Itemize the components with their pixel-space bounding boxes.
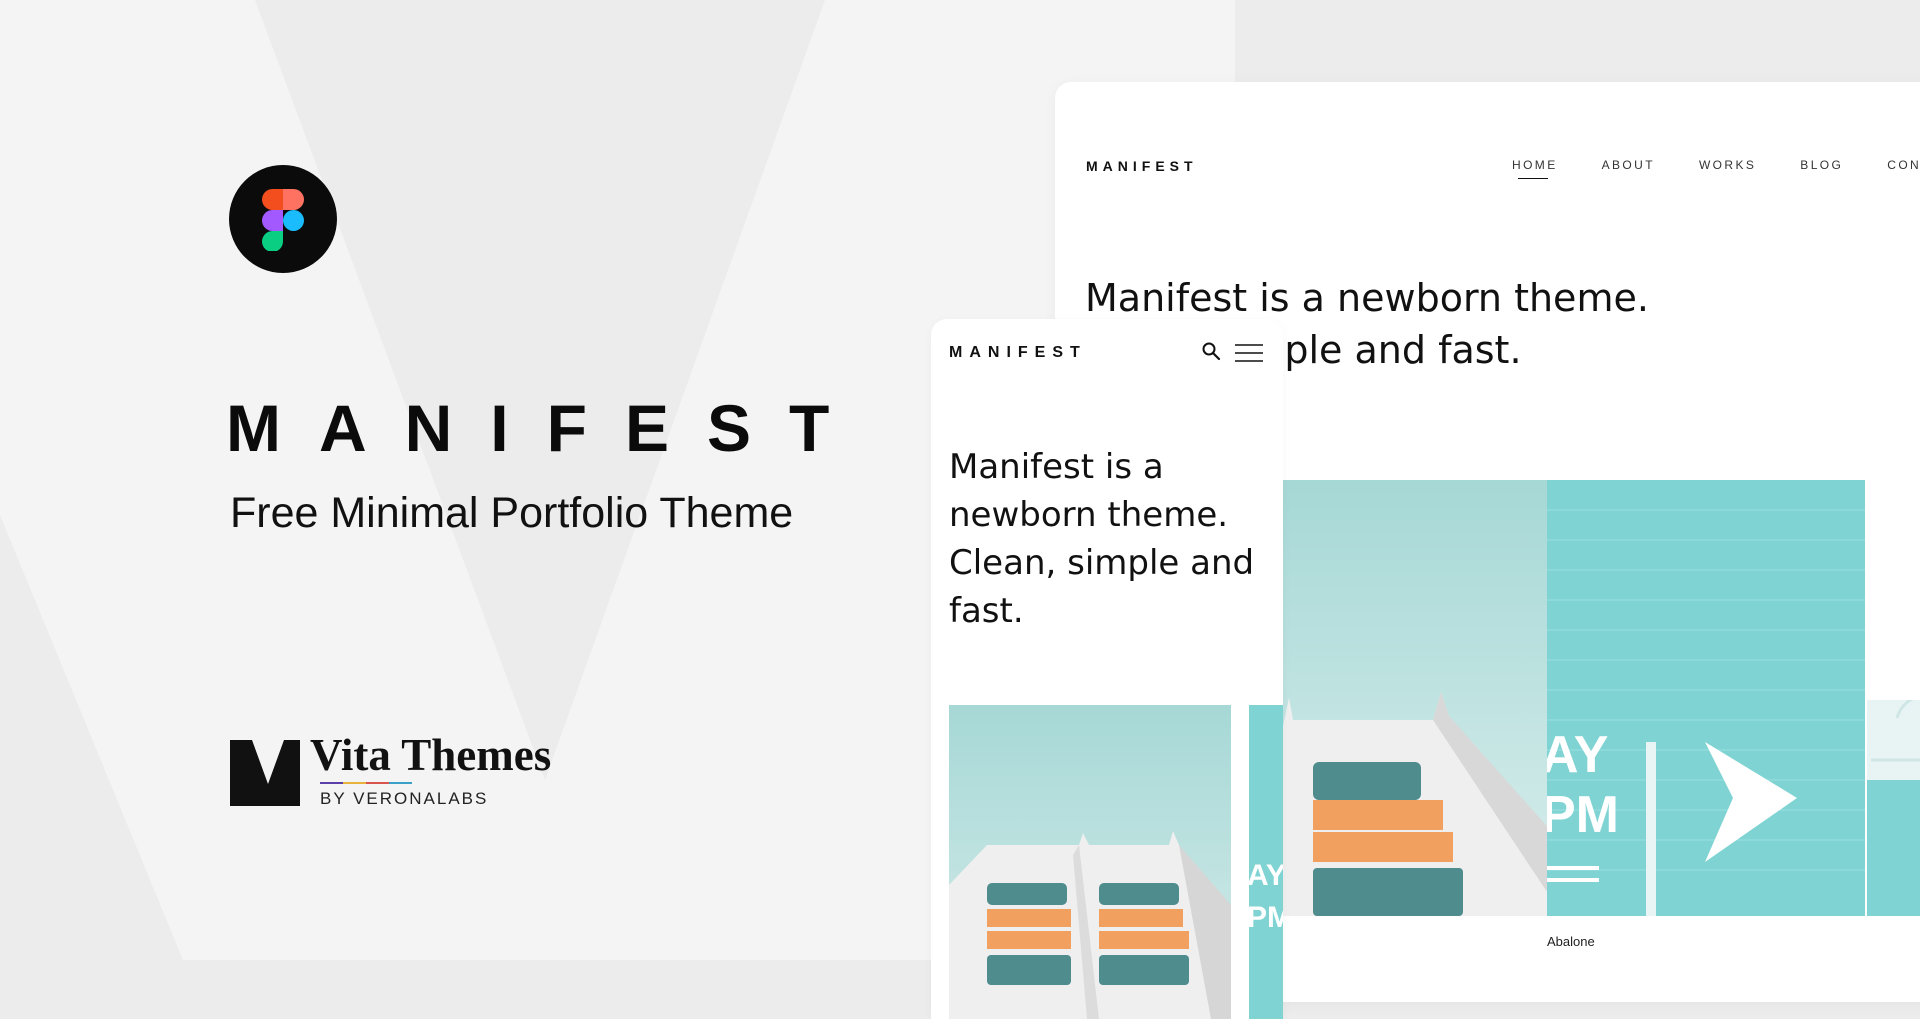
mural-text-pm: PM: [1547, 786, 1619, 844]
vita-v-logo-icon: [230, 740, 300, 806]
nav-works[interactable]: WORKS: [1699, 158, 1756, 172]
vita-themes-name: Vita Themes: [310, 730, 552, 780]
mobile-portfolio-image-mural[interactable]: AY PM: [1249, 705, 1283, 1019]
search-icon[interactable]: [1201, 341, 1221, 361]
figma-badge: [229, 165, 337, 273]
mobile-intro-text: Manifest is a newborn theme. Clean, simp…: [949, 447, 1255, 631]
mobile-mockup: MANIFEST Manifest is a newborn theme. Cl…: [931, 319, 1283, 1019]
mobile-portfolio-image-building[interactable]: [949, 705, 1231, 1019]
vita-color-rule: [320, 782, 412, 784]
mobile-mural-text-pm: PM: [1249, 901, 1283, 934]
mural-text-ay: AY: [1547, 726, 1608, 784]
hero-subtitle: Free Minimal Portfolio Theme: [230, 489, 794, 537]
nav-contact[interactable]: CONTACT: [1887, 158, 1920, 172]
mobile-site-brand[interactable]: MANIFEST: [949, 344, 1087, 362]
hamburger-menu-icon[interactable]: [1235, 343, 1263, 363]
nav-blog[interactable]: BLOG: [1800, 158, 1843, 172]
nav-home[interactable]: HOME: [1512, 158, 1558, 179]
portfolio-image-partial[interactable]: [1867, 700, 1920, 916]
portfolio-image-building[interactable]: [1283, 480, 1577, 916]
mobile-mural-text-ay: AY: [1249, 859, 1283, 892]
hero-title: MANIFEST: [226, 391, 868, 465]
vita-byline: BY VERONALABS: [320, 789, 489, 808]
desktop-nav: HOME ABOUT WORKS BLOG CONTACT: [1512, 158, 1920, 179]
figma-logo-icon: [262, 189, 304, 251]
desktop-site-brand[interactable]: MANIFEST: [1086, 158, 1198, 174]
portfolio-image-mural[interactable]: AY PM: [1547, 480, 1865, 916]
portfolio-caption[interactable]: Abalone: [1547, 934, 1595, 949]
nav-about[interactable]: ABOUT: [1602, 158, 1655, 172]
